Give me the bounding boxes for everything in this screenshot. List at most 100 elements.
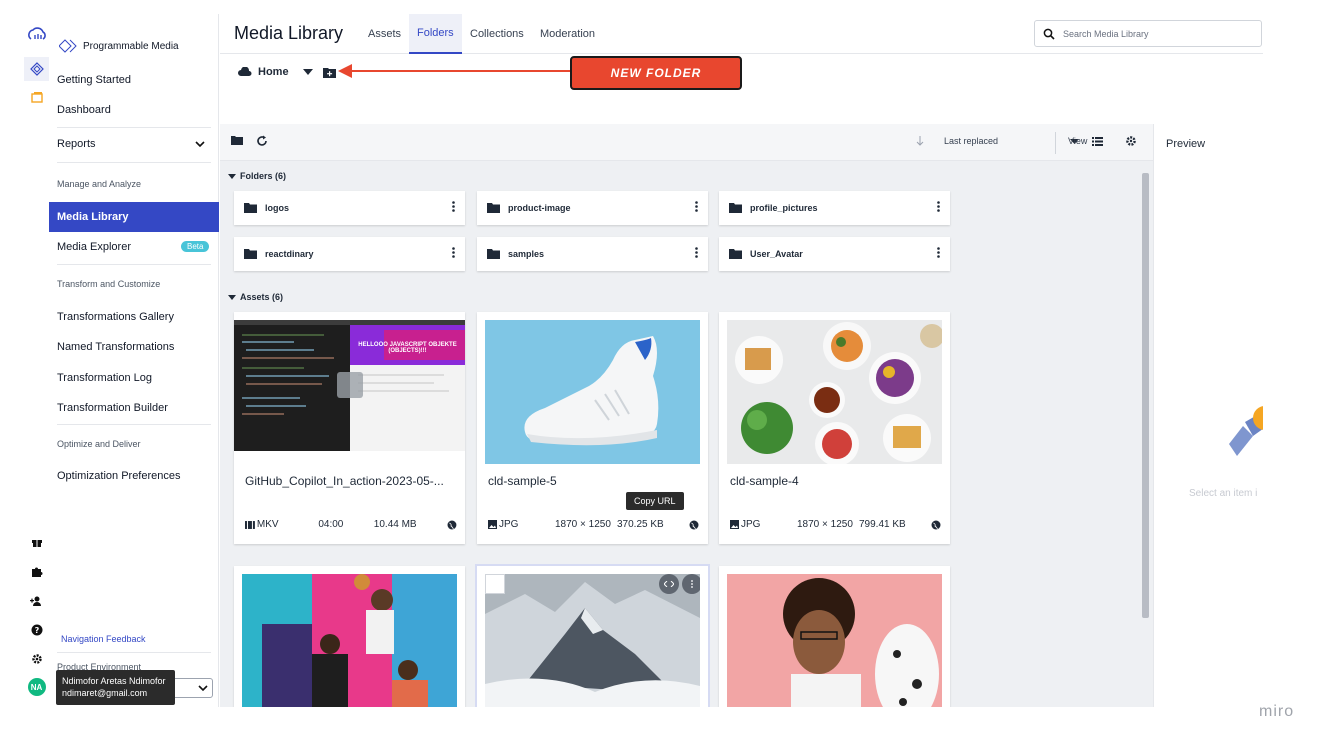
image-thumbnail[interactable] (727, 320, 942, 464)
cloudinary-logo-icon[interactable] (24, 22, 49, 46)
settings-gear-icon[interactable] (1125, 135, 1137, 147)
tab-assets[interactable]: Assets (360, 14, 409, 54)
more-options-icon[interactable] (937, 247, 940, 258)
asset-name: GitHub_Copilot_In_action-2023-05-... (245, 474, 444, 488)
public-globe-icon (931, 520, 941, 529)
asset-name: cld-sample-4 (730, 474, 799, 488)
preview-empty-hint: Select an item i (1189, 488, 1258, 499)
asset-size: 10.44 MB (373, 519, 417, 530)
scrollbar-thumb[interactable] (1142, 173, 1149, 618)
folder-name: product-image (508, 203, 571, 213)
asset-card[interactable]: cld-sample-4 JPG 1870 × 1250 799.41 KB (719, 312, 950, 544)
nav-reports[interactable]: Reports (57, 138, 96, 150)
image-type-icon (730, 520, 739, 529)
view-toggle[interactable]: View (1068, 136, 1104, 146)
more-options-button[interactable] (682, 574, 700, 594)
nav-dashboard[interactable]: Dashboard (57, 104, 111, 116)
folder-card[interactable]: profile_pictures (719, 191, 950, 225)
nav-media-explorer[interactable]: Media Explorer (57, 241, 131, 253)
more-options-icon[interactable] (695, 201, 698, 212)
refresh-icon[interactable] (256, 135, 268, 147)
tab-collections[interactable]: Collections (462, 14, 532, 54)
preview-title: Preview (1166, 138, 1206, 150)
cloud-icon (238, 67, 252, 76)
asset-card[interactable] (477, 566, 708, 707)
folder-card[interactable]: reactdinary (234, 237, 465, 271)
view-label: View (1068, 136, 1088, 146)
video-thumbnail[interactable]: HELLOOO JAVASCRIPT OBJEKTE (OBJECTS)!!! (234, 320, 465, 451)
chevron-down-icon (198, 684, 208, 691)
assets-icon[interactable] (24, 86, 49, 110)
tab-folders[interactable]: Folders (409, 14, 462, 54)
puzzle-icon[interactable] (24, 560, 49, 584)
asset-card[interactable] (234, 566, 465, 707)
copy-url-tooltip: Copy URL (626, 492, 684, 510)
nav-transformation-builder[interactable]: Transformation Builder (57, 402, 168, 414)
assets-section-header[interactable]: Assets (6) (228, 292, 283, 302)
tab-moderation[interactable]: Moderation (532, 14, 603, 54)
asset-dimensions: 1870 × 1250 (555, 519, 611, 530)
nav-transformation-log[interactable]: Transformation Log (57, 372, 152, 384)
brand-label: Programmable Media (83, 40, 179, 52)
breadcrumb-home[interactable]: Home (258, 66, 289, 78)
caret-down-icon (228, 173, 236, 179)
preview-illustration-icon (1229, 404, 1263, 461)
image-thumbnail[interactable] (485, 320, 700, 464)
asset-type: MKV (256, 519, 279, 530)
more-options-icon[interactable] (452, 247, 455, 258)
annotation-arrow-head (338, 64, 352, 78)
chevron-down-icon[interactable] (195, 141, 205, 148)
folder-icon (244, 203, 257, 213)
programmable-media-icon[interactable] (24, 57, 49, 81)
more-options-icon[interactable] (695, 247, 698, 258)
main-area: Media Library Assets Folders Collections… (220, 14, 1263, 707)
image-thumbnail[interactable] (485, 574, 700, 707)
caret-down-icon[interactable] (302, 69, 313, 75)
folder-card[interactable]: samples (477, 237, 708, 271)
divider (57, 652, 211, 653)
copy-url-button[interactable] (659, 574, 679, 594)
folder-name: logos (265, 203, 289, 213)
folder-card[interactable]: logos (234, 191, 465, 225)
sort-arrow-icon[interactable] (916, 136, 924, 146)
nav-optimization-preferences[interactable]: Optimization Preferences (57, 470, 181, 482)
add-user-icon[interactable] (24, 589, 49, 613)
top-bar: Media Library Assets Folders Collections… (220, 14, 1263, 54)
annotation-arrow (350, 70, 570, 72)
more-options-icon[interactable] (452, 201, 455, 212)
user-tooltip: Ndimofor Aretas Ndimofor ndimaret@gmail.… (56, 670, 175, 705)
video-overlay-text: HELLOOO JAVASCRIPT OBJEKTE (OBJECTS)!!! (358, 342, 457, 354)
asset-card[interactable]: HELLOOO JAVASCRIPT OBJEKTE (OBJECTS)!!! … (234, 312, 465, 544)
vertical-scrollbar[interactable] (1142, 168, 1149, 707)
user-avatar[interactable]: NA (24, 675, 49, 699)
settings-gear-icon[interactable] (24, 647, 49, 671)
more-options-icon[interactable] (937, 201, 940, 212)
content-toolbar: Last replaced View (220, 124, 1153, 161)
video-type-icon (245, 520, 255, 529)
nav-named-transformations[interactable]: Named Transformations (57, 341, 174, 353)
nav-transformations-gallery[interactable]: Transformations Gallery (57, 311, 174, 323)
folders-section-header[interactable]: Folders (6) (228, 171, 286, 181)
image-thumbnail[interactable] (727, 574, 942, 707)
new-folder-callout: NEW FOLDER (570, 56, 742, 90)
search-input[interactable]: Search Media Library (1034, 20, 1262, 47)
folder-toggle-icon[interactable] (231, 135, 243, 145)
svg-text:?: ? (34, 626, 39, 635)
new-folder-icon[interactable] (322, 67, 336, 78)
beta-badge: Beta (181, 241, 210, 252)
folder-card[interactable]: product-image (477, 191, 708, 225)
divider (57, 264, 211, 265)
asset-card[interactable] (719, 566, 950, 707)
image-thumbnail[interactable] (242, 574, 457, 707)
gift-icon[interactable] (24, 530, 49, 554)
nav-getting-started[interactable]: Getting Started (57, 74, 131, 86)
folder-card[interactable]: User_Avatar (719, 237, 950, 271)
folder-icon (729, 203, 742, 213)
brand[interactable]: Programmable Media (59, 39, 179, 53)
nav-media-library[interactable]: Media Library (49, 202, 219, 232)
preview-panel: Preview Select an item i (1153, 124, 1263, 707)
help-icon[interactable]: ? (24, 618, 49, 642)
navigation-feedback-link[interactable]: Navigation Feedback (61, 634, 146, 644)
asset-meta: JPG 1870 × 1250 370.25 KB (488, 519, 700, 530)
select-checkbox[interactable] (485, 574, 505, 594)
